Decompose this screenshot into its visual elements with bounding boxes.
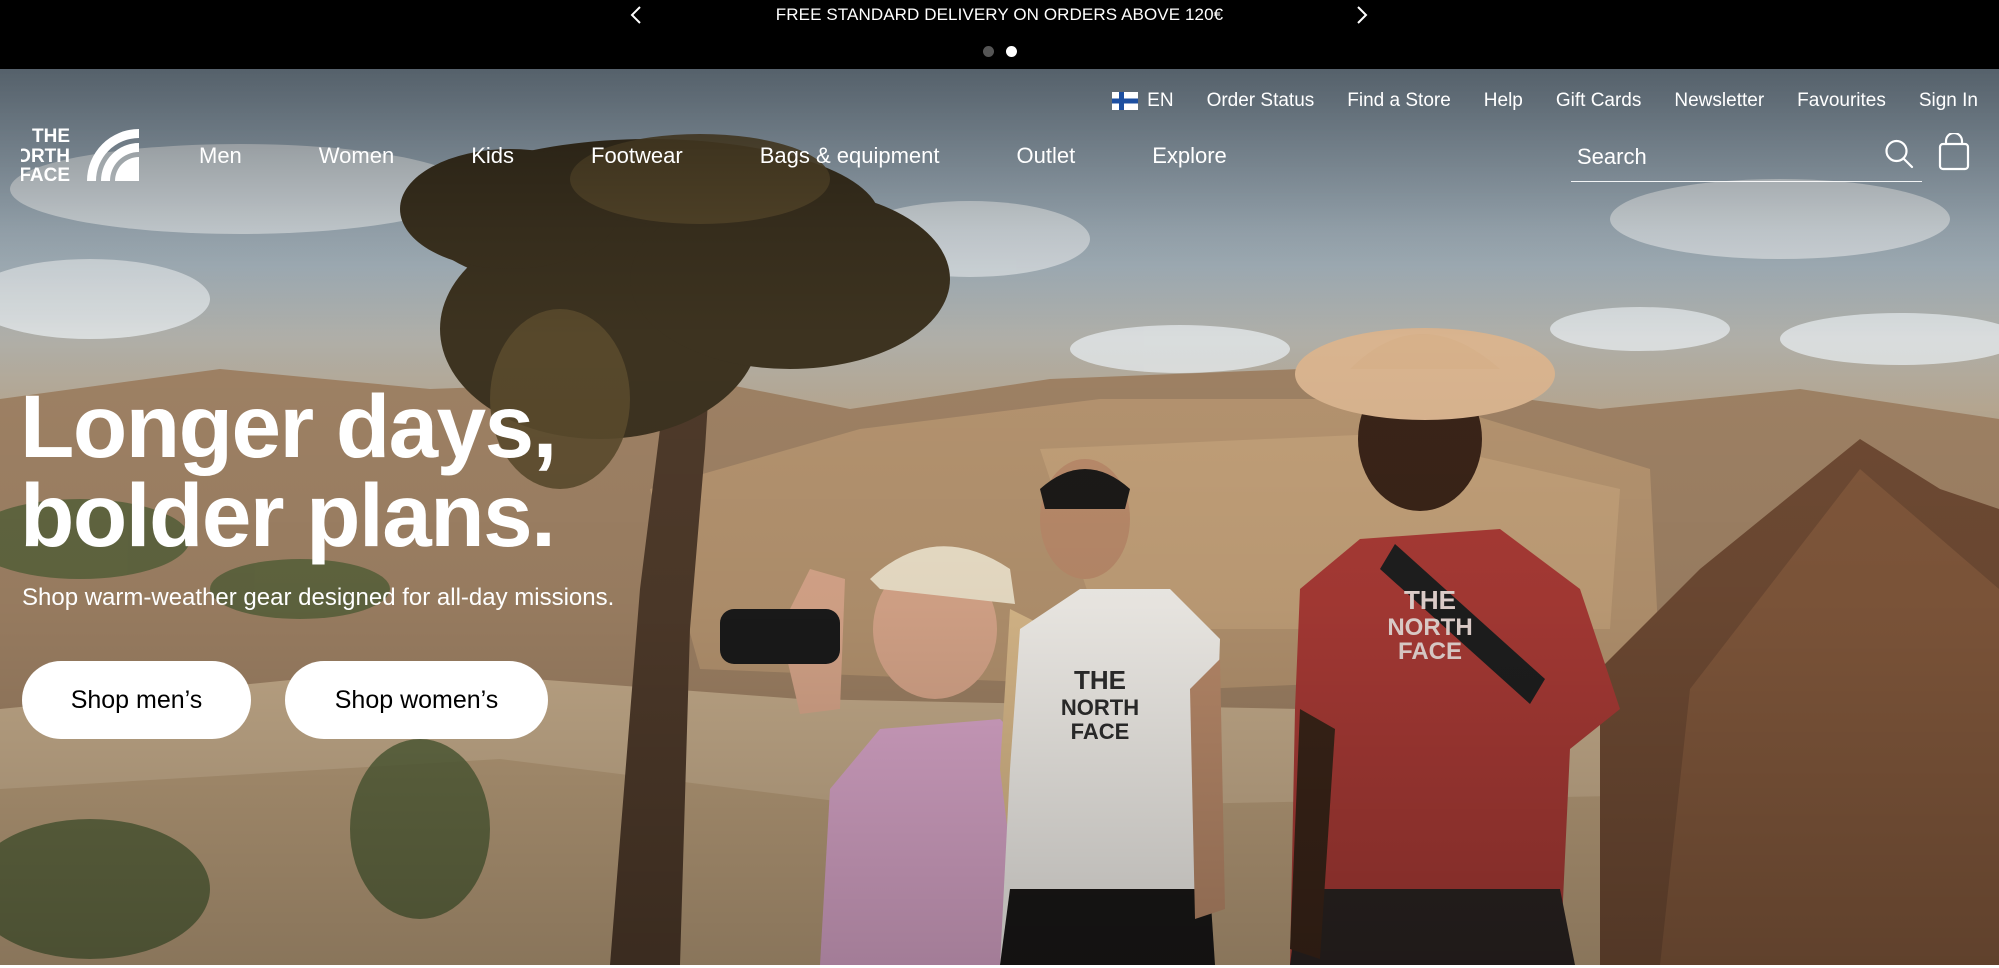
promo-message[interactable]: FREE STANDARD DELIVERY ON ORDERS ABOVE 1… [0, 5, 1999, 25]
nav-men[interactable]: Men [199, 143, 242, 169]
promo-pagination [983, 46, 1017, 57]
newsletter-link[interactable]: Newsletter [1674, 90, 1764, 112]
hero-headline-line-2: bolder plans. [20, 465, 556, 565]
utility-nav: EN Order Status Find a Store Help Gift C… [1112, 90, 1978, 112]
main-nav: Men Women Kids Footwear Bags & equipment… [199, 143, 1227, 169]
nav-outlet[interactable]: Outlet [1017, 143, 1076, 169]
help-link[interactable]: Help [1484, 90, 1523, 112]
finland-flag-icon [1112, 92, 1139, 110]
language-selector[interactable]: EN [1112, 90, 1174, 112]
svg-text:NORTH: NORTH [21, 146, 70, 167]
shopping-bag-icon[interactable] [1937, 133, 1971, 171]
nav-footwear[interactable]: Footwear [591, 143, 683, 169]
chevron-right-icon [1357, 6, 1368, 24]
the-north-face-logo[interactable]: THE NORTH FACE [21, 124, 144, 182]
shop-mens-button[interactable]: Shop men’s [22, 661, 251, 739]
shop-womens-button[interactable]: Shop women’s [285, 661, 548, 739]
hero-subheadline: Shop warm-weather gear designed for all-… [22, 584, 615, 611]
svg-text:THE: THE [32, 126, 70, 147]
search-field [1571, 139, 1922, 182]
sign-in-link[interactable]: Sign In [1919, 90, 1978, 112]
nav-kids[interactable]: Kids [471, 143, 514, 169]
promo-next-button[interactable] [1350, 2, 1374, 28]
promo-bar: FREE STANDARD DELIVERY ON ORDERS ABOVE 1… [0, 0, 1999, 69]
nav-bags-equipment[interactable]: Bags & equipment [760, 143, 940, 169]
nav-explore[interactable]: Explore [1152, 143, 1227, 169]
favourites-link[interactable]: Favourites [1797, 90, 1886, 112]
search-input[interactable] [1571, 139, 1871, 175]
language-code: EN [1147, 90, 1174, 111]
promo-dot-2[interactable] [1006, 46, 1017, 57]
svg-text:FACE: FACE [21, 165, 70, 182]
hero-headline-line-1: Longer days, [20, 376, 557, 476]
promo-dot-1[interactable] [983, 46, 994, 57]
gift-cards-link[interactable]: Gift Cards [1556, 90, 1642, 112]
hero-headline: Longer days, bolder plans. [20, 376, 557, 565]
nav-women[interactable]: Women [319, 143, 394, 169]
order-status-link[interactable]: Order Status [1207, 90, 1315, 112]
search-icon[interactable] [1884, 138, 1914, 170]
find-a-store-link[interactable]: Find a Store [1347, 90, 1451, 112]
